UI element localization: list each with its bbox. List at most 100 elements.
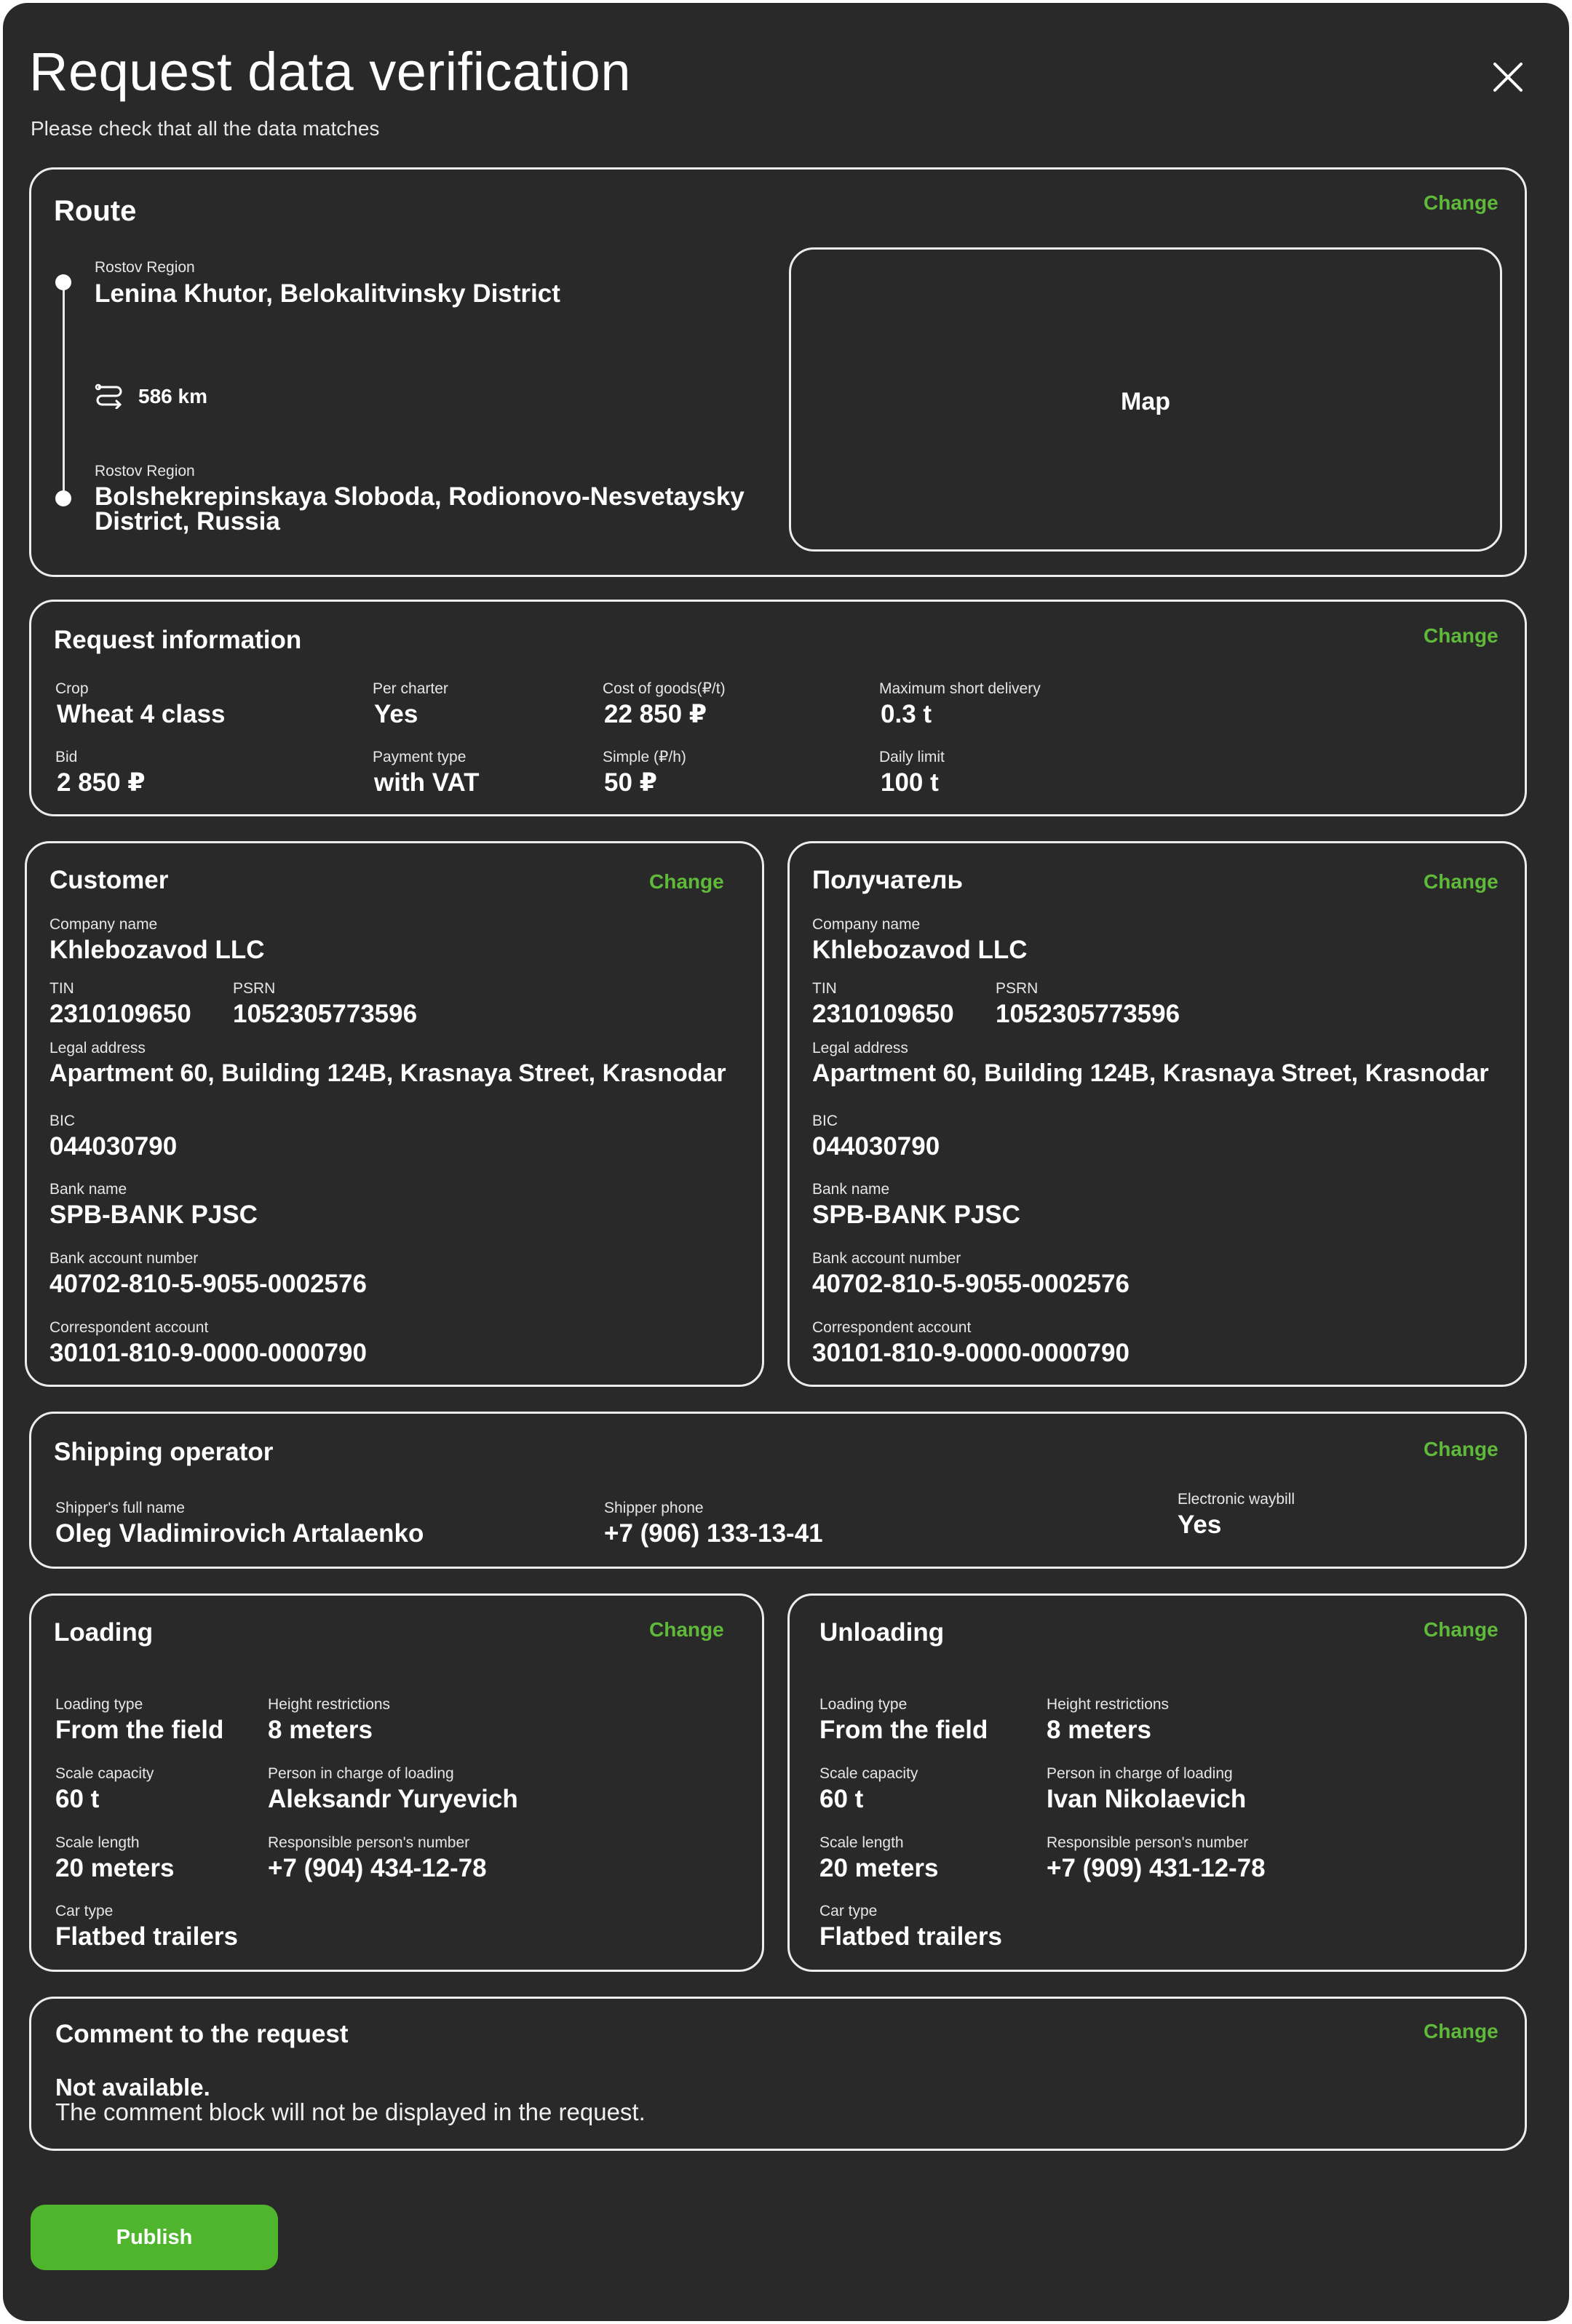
- request-info-value: 0.3 t: [881, 700, 932, 728]
- loading-height: 8 meters: [268, 1716, 373, 1744]
- loading-height-label: Height restrictions: [268, 1696, 391, 1713]
- unloading-scale-cap-label: Scale capacity: [819, 1765, 918, 1782]
- request-info-value: 22 850 ₽: [604, 700, 707, 728]
- customer-account: 40702-810-5-9055-0002576: [49, 1270, 367, 1298]
- recipient-company: Khlebozavod LLC: [812, 936, 1028, 964]
- loading-scale-cap-label: Scale capacity: [55, 1765, 154, 1782]
- route-icon: [95, 383, 122, 409]
- customer-bank: SPB-BANK PJSC: [49, 1201, 258, 1229]
- request-info-label: Simple (₽/h): [603, 749, 686, 765]
- customer-tin: 2310109650: [49, 1000, 191, 1028]
- comment-change-link[interactable]: Change: [1424, 2021, 1498, 2042]
- loading-car-label: Car type: [55, 1903, 114, 1919]
- route-to-place-line2: District, Russia: [95, 507, 280, 536]
- loading-scale-cap: 60 t: [55, 1785, 100, 1813]
- loading-card: [29, 1593, 764, 1972]
- recipient-psrn-label: PSRN: [996, 980, 1039, 997]
- customer-tin-label: TIN: [49, 980, 74, 997]
- recipient-bic-label: BIC: [812, 1113, 838, 1129]
- recipient-tin: 2310109650: [812, 1000, 954, 1028]
- recipient-psrn: 1052305773596: [996, 1000, 1180, 1028]
- recipient-account-label: Bank account number: [812, 1250, 961, 1267]
- request-info-label: Maximum short delivery: [879, 680, 1041, 697]
- map-label: Map: [1121, 388, 1170, 415]
- customer-bic-label: BIC: [49, 1113, 76, 1129]
- loading-phone-label: Responsible person's number: [268, 1834, 470, 1851]
- unloading-height: 8 meters: [1047, 1716, 1151, 1744]
- request-info-label: Bid: [55, 749, 78, 765]
- route-distance: 586 km: [138, 385, 207, 407]
- unloading-person: Ivan Nikolaevich: [1047, 1785, 1247, 1813]
- loading-scale-len-label: Scale length: [55, 1834, 140, 1851]
- comment-note: The comment block will not be displayed …: [55, 2098, 646, 2125]
- shipper-name-label: Shipper's full name: [55, 1500, 185, 1516]
- recipient-account: 40702-810-5-9055-0002576: [812, 1270, 1130, 1298]
- request-info-value: Wheat 4 class: [57, 700, 226, 728]
- recipient-corr-label: Correspondent account: [812, 1319, 972, 1336]
- customer-psrn: 1052305773596: [233, 1000, 418, 1028]
- request-info-change-link[interactable]: Change: [1424, 626, 1498, 646]
- request-info-value: Yes: [374, 700, 418, 728]
- customer-title: Customer: [49, 866, 169, 894]
- unloading-scale-cap: 60 t: [819, 1785, 864, 1813]
- waybill-label: Electronic waybill: [1178, 1491, 1295, 1508]
- unloading-phone: +7 (909) 431-12-78: [1047, 1854, 1266, 1882]
- route-line: [63, 284, 65, 501]
- loading-phone: +7 (904) 434-12-78: [268, 1854, 487, 1882]
- recipient-bank: SPB-BANK PJSC: [812, 1201, 1020, 1229]
- modal-title: Request data verification: [29, 41, 631, 102]
- loading-person: Aleksandr Yuryevich: [268, 1785, 518, 1813]
- shipping-title: Shipping operator: [54, 1438, 274, 1466]
- customer-bic: 044030790: [49, 1132, 178, 1161]
- loading-change-link[interactable]: Change: [649, 1620, 724, 1640]
- request-info-value: 100 t: [881, 768, 939, 797]
- loading-type: From the field: [55, 1716, 224, 1744]
- customer-change-link[interactable]: Change: [649, 872, 724, 892]
- recipient-address: Apartment 60, Building 124B, Krasnaya St…: [812, 1059, 1489, 1087]
- customer-address-label: Legal address: [49, 1040, 146, 1056]
- request-info-label: Cost of goods(₽/t): [603, 680, 726, 697]
- loading-person-label: Person in charge of loading: [268, 1765, 454, 1782]
- route-change-link[interactable]: Change: [1424, 193, 1498, 213]
- unloading-card: [787, 1593, 1527, 1972]
- recipient-change-link[interactable]: Change: [1424, 872, 1498, 892]
- loading-type-label: Loading type: [55, 1696, 143, 1713]
- unloading-scale-len: 20 meters: [819, 1854, 939, 1882]
- customer-corr-label: Correspondent account: [49, 1319, 209, 1336]
- customer-company-label: Company name: [49, 916, 158, 933]
- unloading-car: Flatbed trailers: [819, 1922, 1002, 1951]
- request-info-label: Payment type: [373, 749, 467, 765]
- route-from-place: Lenina Khutor, Belokalitvinsky District: [95, 279, 560, 308]
- recipient-address-label: Legal address: [812, 1040, 908, 1056]
- recipient-title: Получатель: [812, 866, 964, 894]
- unloading-height-label: Height restrictions: [1047, 1696, 1170, 1713]
- customer-account-label: Bank account number: [49, 1250, 199, 1267]
- unloading-car-label: Car type: [819, 1903, 878, 1919]
- request-info-title: Request information: [54, 626, 302, 654]
- recipient-bic: 044030790: [812, 1132, 940, 1161]
- close-icon[interactable]: [1489, 58, 1527, 96]
- route-title: Route: [54, 195, 137, 227]
- shipper-name: Oleg Vladimirovich Artalaenko: [55, 1519, 424, 1548]
- unloading-phone-label: Responsible person's number: [1047, 1834, 1249, 1851]
- recipient-company-label: Company name: [812, 916, 921, 933]
- unloading-type: From the field: [819, 1716, 988, 1744]
- shipping-change-link[interactable]: Change: [1424, 1439, 1498, 1460]
- publish-button[interactable]: Publish: [31, 2205, 278, 2270]
- verification-modal: Request data verification Please check t…: [3, 3, 1569, 2321]
- unloading-type-label: Loading type: [819, 1696, 908, 1713]
- customer-psrn-label: PSRN: [233, 980, 276, 997]
- route-to-region: Rostov Region: [95, 463, 195, 479]
- request-info-label: Daily limit: [879, 749, 945, 765]
- loading-scale-len: 20 meters: [55, 1854, 175, 1882]
- request-info-value: 50 ₽: [604, 768, 658, 797]
- route-to-place-line1: Bolshekrepinskaya Sloboda, Rodionovo-Nes…: [95, 482, 745, 511]
- unloading-change-link[interactable]: Change: [1424, 1620, 1498, 1640]
- recipient-tin-label: TIN: [812, 980, 837, 997]
- unloading-scale-len-label: Scale length: [819, 1834, 904, 1851]
- route-end-dot: [55, 490, 71, 506]
- modal-subtitle: Please check that all the data matches: [31, 117, 380, 140]
- unloading-title: Unloading: [819, 1618, 945, 1647]
- recipient-bank-label: Bank name: [812, 1181, 890, 1198]
- route-map[interactable]: Map: [789, 247, 1502, 552]
